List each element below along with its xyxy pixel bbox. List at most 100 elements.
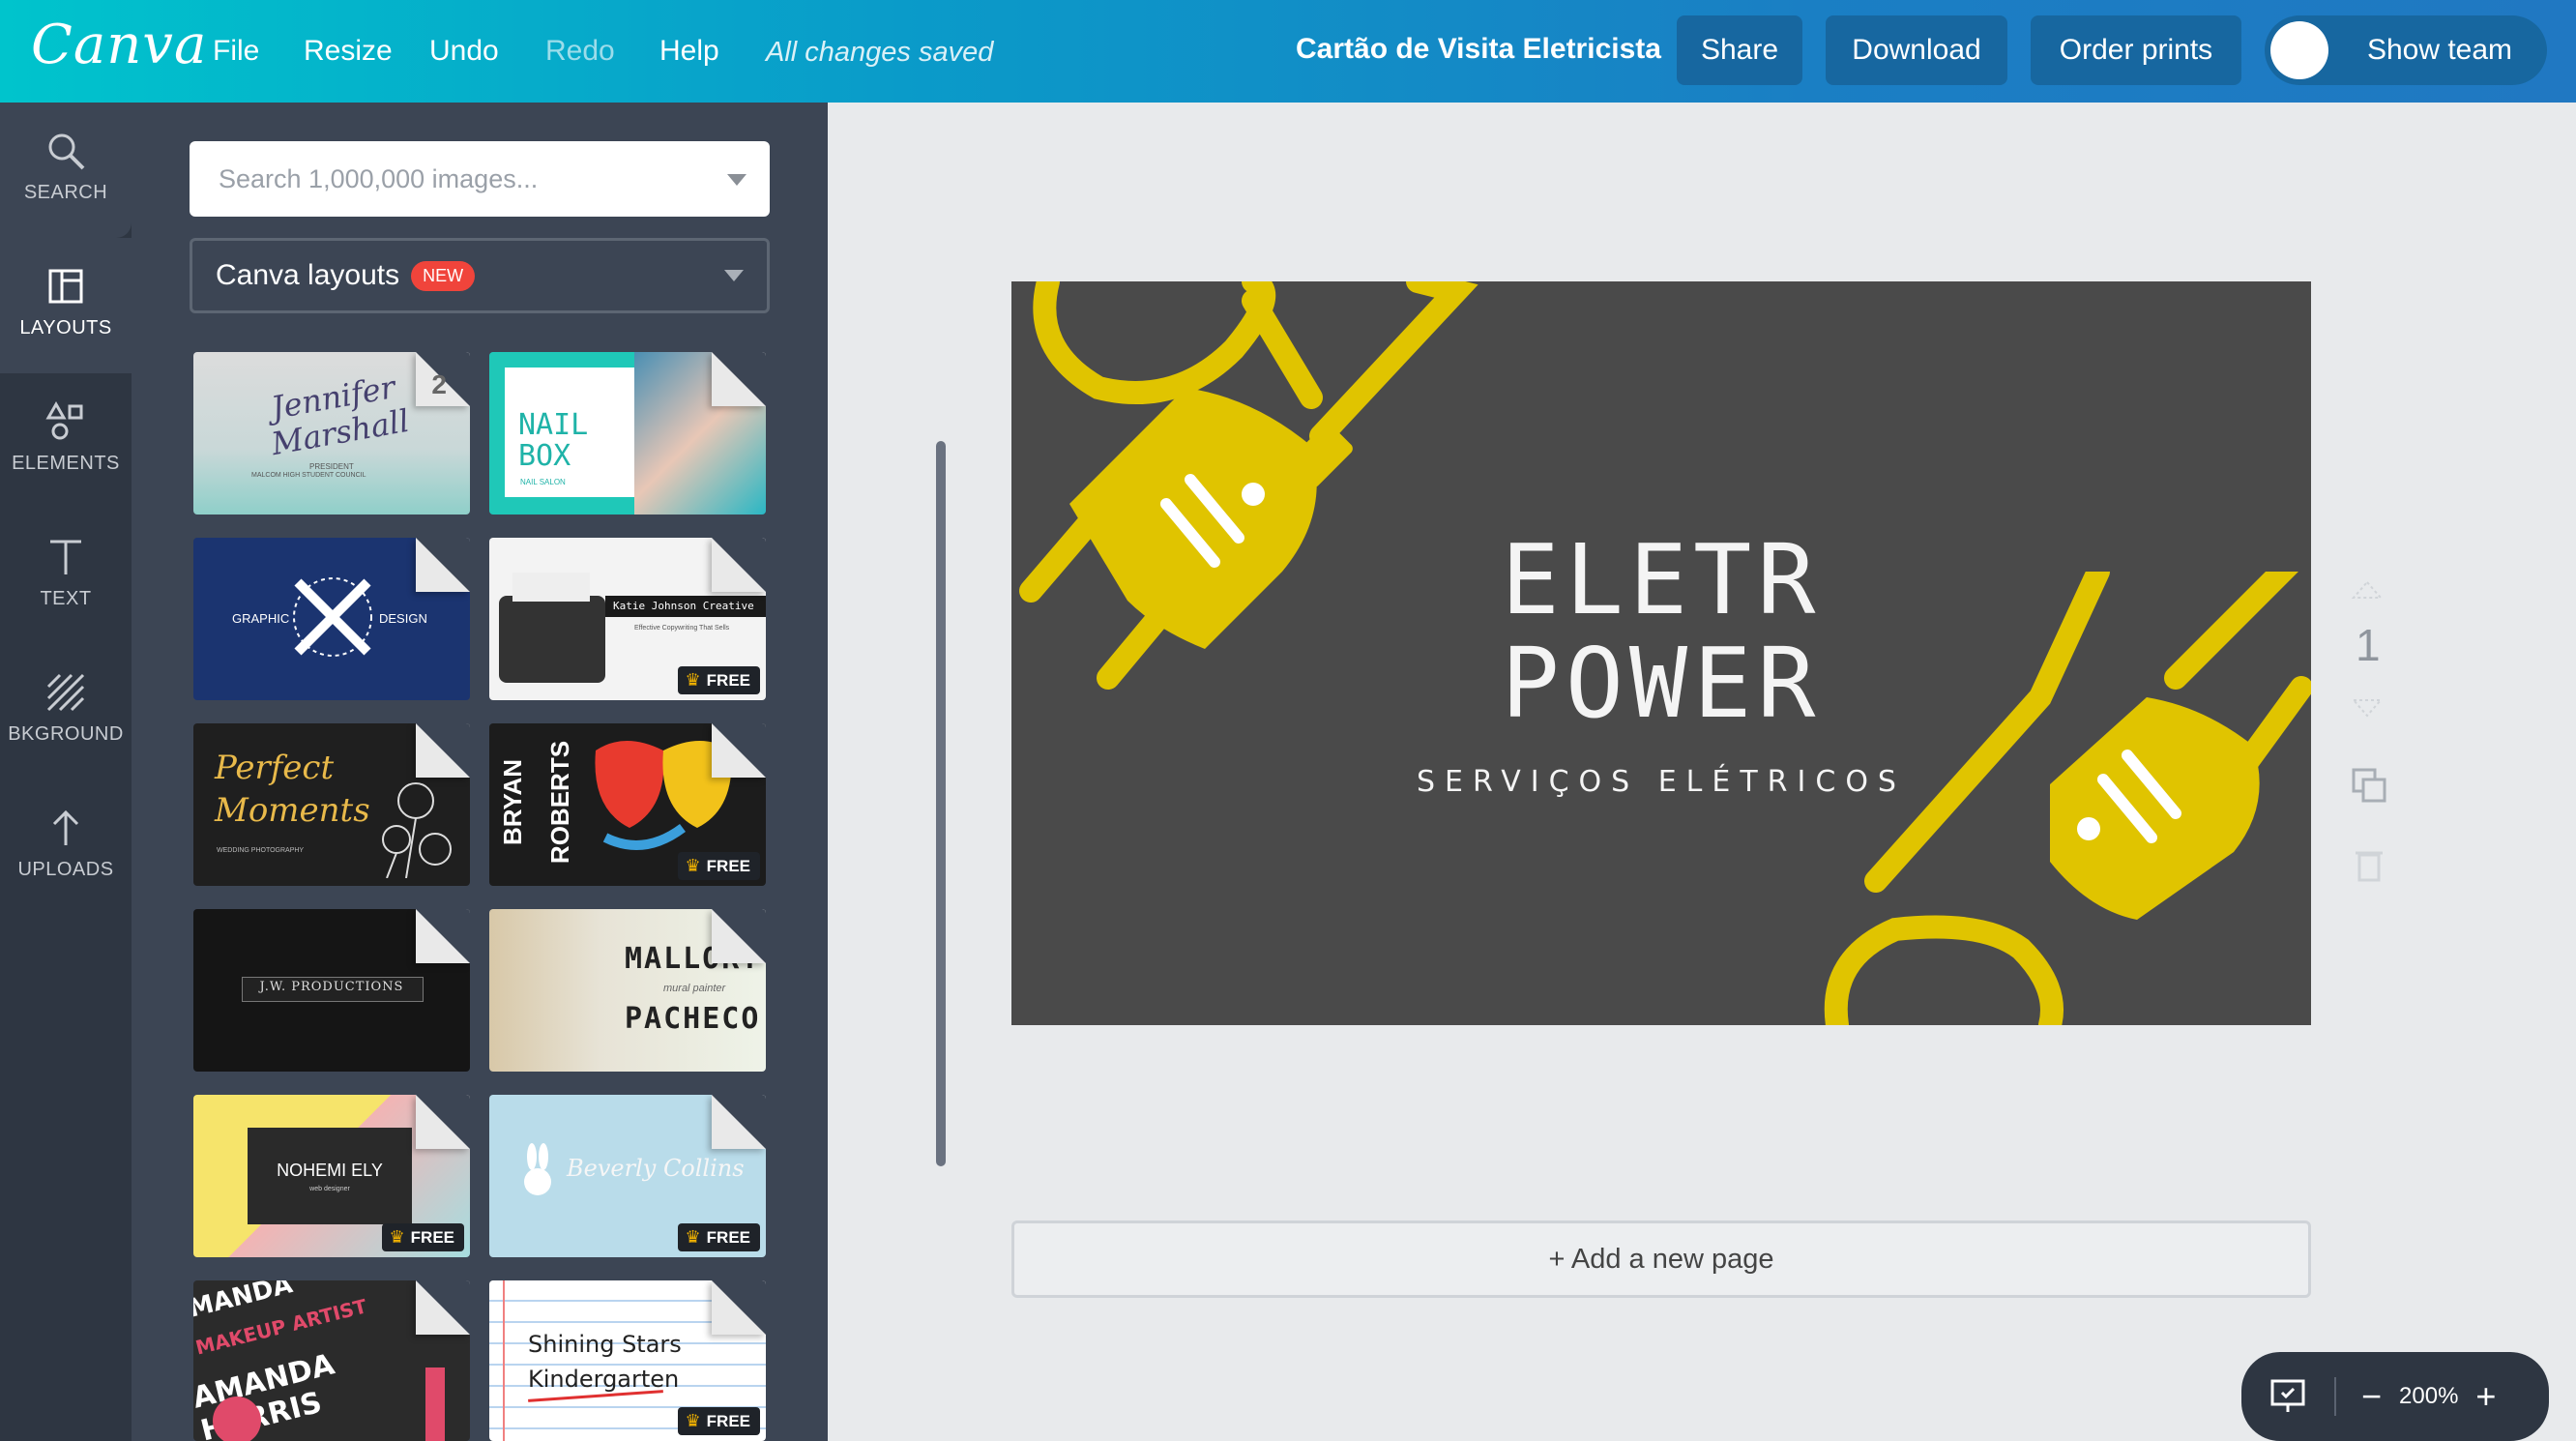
free-badge: ♛ FREE [677, 1223, 760, 1251]
sidebar-item-label: LAYOUTS [19, 317, 112, 338]
page-curl [712, 909, 766, 963]
layouts-dropdown[interactable]: Canva layouts NEW [190, 238, 770, 313]
sidebar-item-text[interactable]: TEXT [0, 509, 132, 644]
layout-thumbnail[interactable]: BRYAN ROBERTS ♛ FREE [489, 723, 766, 886]
thumb-text: Effective Copywriting That Sells [634, 625, 730, 632]
sidebar-item-label: BKGROUND [8, 723, 124, 745]
page-curl [416, 538, 470, 592]
add-page-button[interactable]: + Add a new page [1011, 1220, 2311, 1298]
page-count-badge: 2 [431, 369, 447, 399]
design-subtitle[interactable]: SERVIÇOS ELÉTRICOS [1011, 765, 2311, 799]
share-button[interactable]: Share [1677, 15, 1802, 85]
typewriter-image [499, 596, 605, 683]
layout-thumbnail[interactable]: J.W. PRODUCTIONS [193, 909, 470, 1072]
layout-thumbnail[interactable]: MALLORY mural painter PACHECO [489, 909, 766, 1072]
free-badge: ♛ FREE [677, 666, 760, 694]
sidebar-item-background[interactable]: BKGROUND [0, 644, 132, 779]
move-page-up-icon[interactable] [2350, 578, 2385, 602]
left-rail: SEARCH LAYOUTS ELEMENTS TEXT BKGROUND UP… [0, 103, 132, 1441]
thumb-text: Kindergarten [528, 1366, 680, 1393]
thumb-text: Katie Johnson Creative [613, 600, 754, 612]
search-icon [48, 133, 85, 170]
layouts-dropdown-label: Canva layouts [216, 259, 400, 291]
thumb-text: ROBERTS [545, 740, 575, 865]
page-curl [416, 1280, 470, 1335]
resize-menu[interactable]: Resize [304, 35, 393, 68]
sidebar-item-label: SEARCH [23, 182, 108, 203]
thumb-text: PACHECO [625, 1002, 761, 1036]
sidebar-item-search[interactable]: SEARCH [0, 103, 132, 238]
thumb-text: J.W. PRODUCTIONS [259, 980, 404, 994]
background-icon [46, 673, 85, 712]
canva-logo[interactable]: Canva [31, 14, 207, 76]
document-title[interactable]: Cartão de Visita Eletricista [1296, 33, 1661, 66]
layout-thumbnail[interactable]: MANDA MAKEUP ARTIST AMANDA HARRIS [193, 1280, 470, 1441]
help-menu[interactable]: Help [659, 35, 719, 68]
crown-icon: ♛ [685, 1411, 701, 1430]
page-curl [712, 1095, 766, 1149]
download-button[interactable]: Download [1826, 15, 2007, 85]
layout-thumbnail[interactable]: Perfect Moments WEDDING PHOTOGRAPHY [193, 723, 470, 886]
file-menu[interactable]: File [213, 35, 259, 68]
redo-button[interactable]: Redo [545, 35, 615, 68]
elements-icon [45, 400, 83, 440]
thumb-text: NOHEMI ELY [277, 1161, 383, 1180]
sidebar-item-label: ELEMENTS [12, 453, 120, 474]
crown-icon: ♛ [389, 1227, 405, 1247]
thumb-text: NAIL SALON [520, 478, 566, 486]
sidebar-item-elements[interactable]: ELEMENTS [0, 373, 132, 509]
sidebar-item-uploads[interactable]: UPLOADS [0, 779, 132, 915]
panel-scrollbar[interactable] [936, 441, 946, 1166]
page-curl [416, 1095, 470, 1149]
design-title-line1[interactable]: ELETR [1011, 523, 2311, 636]
thumb-text: DESIGN [379, 611, 427, 626]
delete-page-icon[interactable] [2350, 845, 2388, 884]
layout-thumbnail[interactable]: Katie Johnson Creative Effective Copywri… [489, 538, 766, 700]
thumb-text: Beverly Collins [567, 1155, 745, 1182]
zoom-in-button[interactable]: + [2475, 1376, 2496, 1417]
thumb-text: BOX [518, 439, 571, 473]
page-curl [416, 909, 470, 963]
zoom-level[interactable]: 200% [2399, 1383, 2458, 1410]
show-team-label: Show team [2366, 34, 2513, 66]
thumb-text: BRYAN [498, 758, 528, 846]
team-toggle[interactable] [2270, 21, 2328, 79]
layout-thumbnail[interactable]: Jennifer Marshall PRESIDENT MALCOM HIGH … [193, 352, 470, 515]
layout-thumbnail[interactable]: Beverly Collins ♛ FREE [489, 1095, 766, 1257]
thumb-text: NAIL [518, 408, 589, 442]
design-canvas[interactable]: ELETR POWER SERVIÇOS ELÉTRICOS [1011, 281, 2311, 1025]
order-prints-button[interactable]: Order prints [2031, 15, 2241, 85]
sidebar-item-label: UPLOADS [17, 859, 114, 880]
undo-button[interactable]: Undo [429, 35, 499, 68]
sidebar-item-label: TEXT [40, 588, 92, 609]
zoom-bar: − 200% + [2241, 1352, 2549, 1441]
image-search[interactable] [190, 141, 770, 217]
crown-icon: ♛ [685, 670, 701, 690]
thumb-text: Shining Stars [528, 1331, 682, 1358]
layout-thumbnail[interactable]: Shining Stars Kindergarten ♛ FREE [489, 1280, 766, 1441]
move-page-down-icon[interactable] [2350, 696, 2385, 720]
thumb-text: Perfect [215, 749, 335, 787]
chevron-down-icon[interactable] [727, 174, 746, 186]
upload-icon [52, 809, 79, 845]
layouts-icon [48, 269, 83, 304]
thumb-text: GRAPHIC [232, 611, 290, 626]
zoom-out-button[interactable]: − [2361, 1376, 2382, 1417]
floral-sketch-icon [382, 782, 452, 878]
thumb-text: web designer [309, 1186, 350, 1192]
crown-icon: ♛ [685, 1227, 701, 1247]
search-input[interactable] [217, 162, 685, 195]
duplicate-page-icon[interactable] [2350, 766, 2388, 805]
page-number: 1 [2356, 620, 2381, 670]
layouts-panel: Canva layouts NEW Jennifer Marshall PRES… [132, 103, 946, 1441]
pencil-cross-icon [293, 577, 372, 657]
design-title-line2[interactable]: POWER [1011, 627, 2311, 740]
layout-thumbnail[interactable]: NOHEMI ELY web designer ♛ FREE [193, 1095, 470, 1257]
free-badge: ♛ FREE [381, 1223, 464, 1251]
layout-thumbnail[interactable]: NAIL BOX NAIL SALON [489, 352, 766, 515]
present-icon[interactable] [2269, 1377, 2307, 1416]
free-badge: ♛ FREE [677, 1407, 760, 1435]
sidebar-item-layouts[interactable]: LAYOUTS [0, 238, 132, 373]
free-badge: ♛ FREE [677, 852, 760, 880]
layout-thumbnail[interactable]: GRAPHIC DESIGN [193, 538, 470, 700]
